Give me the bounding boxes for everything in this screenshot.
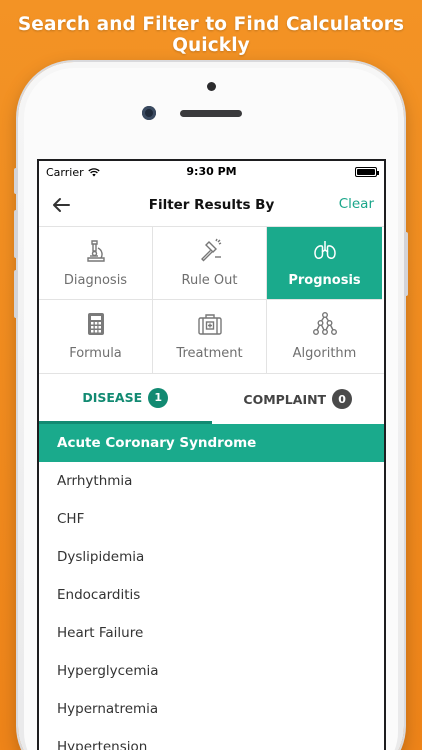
list-item[interactable]: Acute Coronary Syndrome: [39, 424, 384, 462]
tab-label: COMPLAINT: [243, 391, 327, 407]
filter-label: Rule Out: [181, 273, 238, 288]
count-badge: 0: [332, 389, 353, 409]
count-badge: 1: [148, 387, 169, 408]
filter-label: Formula: [69, 346, 122, 361]
filter-formula[interactable]: Formula: [39, 300, 153, 373]
phone-camera-dot: [207, 82, 216, 91]
filter-grid: Diagnosis Rule Out Prognosis Formula Tre…: [39, 227, 384, 374]
filter-diagnosis[interactable]: Diagnosis: [39, 227, 153, 300]
lungs-icon: [313, 241, 336, 259]
promo-headline: Search and Filter to Find Calculators Qu…: [17, 14, 405, 56]
filter-algorithm[interactable]: Algorithm: [267, 300, 382, 373]
filter-prognosis[interactable]: Prognosis: [267, 227, 382, 300]
phone-volume-down: [14, 270, 18, 318]
list-item[interactable]: Dyslipidemia: [39, 538, 384, 576]
status-bar: Carrier 9:30 PM: [39, 161, 384, 183]
nav-bar: Filter Results By Clear: [39, 183, 384, 227]
gavel-icon: [200, 238, 221, 262]
app-screen: Carrier 9:30 PM Filter Results By Clear: [39, 161, 384, 750]
list-item[interactable]: Heart Failure: [39, 614, 384, 652]
list-item[interactable]: Hyperglycemia: [39, 652, 384, 690]
back-button[interactable]: [49, 193, 73, 217]
filter-label: Treatment: [176, 346, 243, 361]
medkit-icon: [197, 314, 222, 335]
clear-button[interactable]: Clear: [339, 196, 374, 212]
list-item[interactable]: Arrhythmia: [39, 462, 384, 500]
tab-disease[interactable]: DISEASE 1: [39, 374, 212, 424]
filter-rule-out[interactable]: Rule Out: [153, 227, 267, 300]
disease-list: Acute Coronary Syndrome Arrhythmia CHF D…: [39, 424, 384, 750]
tab-label: DISEASE: [82, 390, 143, 405]
calculator-icon: [87, 313, 104, 335]
filter-label: Prognosis: [288, 273, 361, 288]
phone-volume-up: [14, 210, 18, 258]
list-item[interactable]: Hypertension: [39, 728, 384, 750]
status-time: 9:30 PM: [186, 165, 237, 178]
phone-mute-switch: [14, 168, 18, 194]
nav-title: Filter Results By: [148, 196, 275, 213]
phone-front-camera: [142, 106, 156, 120]
phone-power-button: [404, 232, 408, 296]
filter-treatment[interactable]: Treatment: [153, 300, 267, 373]
tab-complaint[interactable]: COMPLAINT 0: [212, 374, 385, 424]
microscope-icon: [86, 240, 105, 262]
phone-speaker: [180, 110, 242, 117]
list-item[interactable]: Hypernatremia: [39, 690, 384, 728]
tree-icon: [312, 312, 337, 336]
category-tabs: DISEASE 1 COMPLAINT 0: [39, 374, 384, 424]
battery-icon: [355, 167, 379, 177]
filter-label: Algorithm: [292, 346, 357, 361]
filter-label: Diagnosis: [63, 273, 128, 288]
list-item[interactable]: Endocarditis: [39, 576, 384, 614]
back-arrow-icon: [53, 198, 70, 212]
list-item[interactable]: CHF: [39, 500, 384, 538]
